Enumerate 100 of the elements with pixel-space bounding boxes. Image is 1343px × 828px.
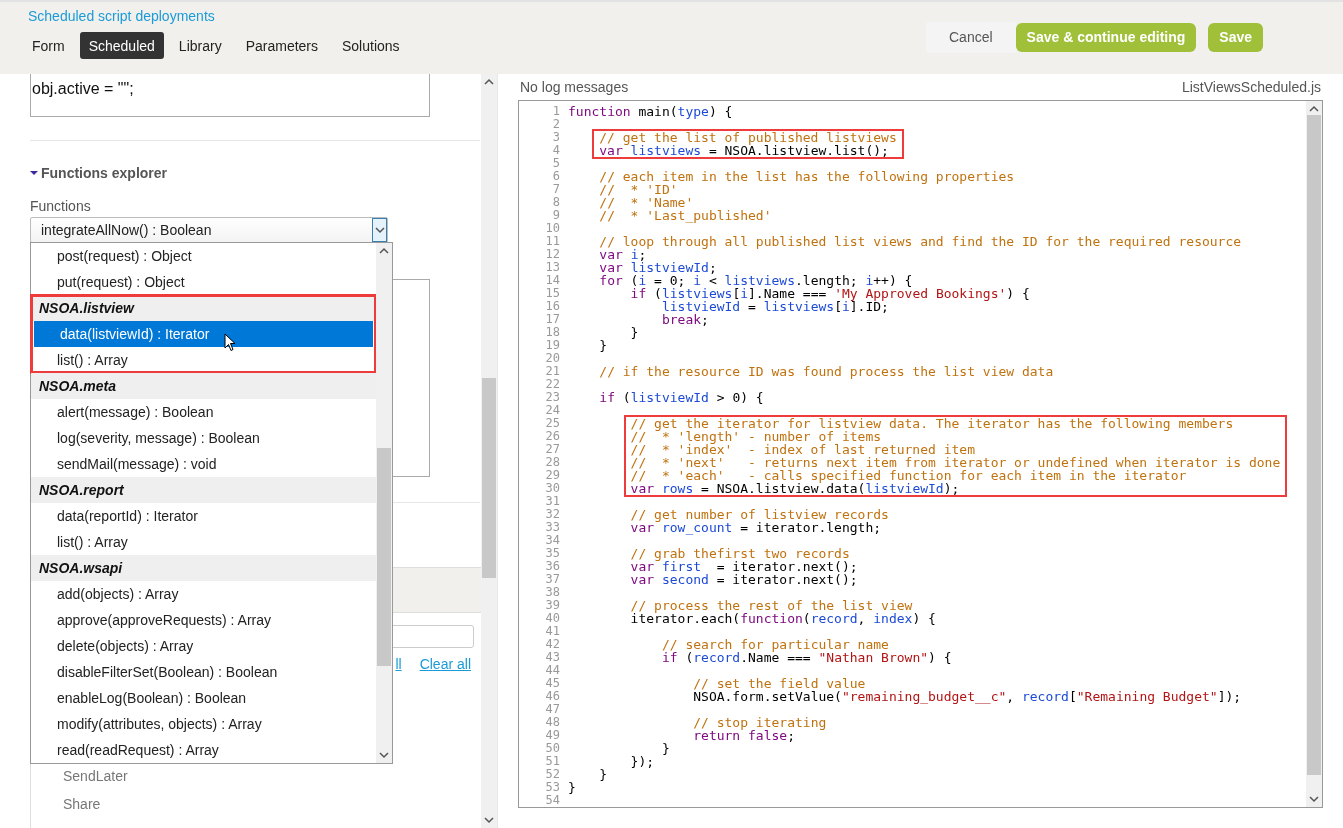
line-number: 53 (545, 781, 560, 794)
line-number: 51 (545, 755, 560, 768)
chevron-up-icon[interactable] (379, 247, 389, 255)
group-header: NSOA.report (31, 477, 376, 503)
line-number: 1 (552, 105, 560, 118)
code-line: // * 'Last_published' (598, 209, 773, 222)
line-number: 36 (545, 560, 560, 573)
code-line: // if the resource ID was found process the list view data (598, 365, 1055, 378)
line-number: 41 (545, 625, 560, 638)
code-line: var i; (598, 248, 647, 261)
field-label: Functions (30, 198, 91, 214)
line-number: 35 (545, 547, 560, 560)
line-number: 24 (545, 404, 560, 417)
line-number: 6 (552, 170, 560, 183)
code-line: // * 'each' - calls specified function for each item in the iterator (630, 469, 1188, 482)
scrollbar[interactable] (376, 243, 392, 763)
code-editor[interactable] (518, 100, 1323, 808)
line-number: 13 (545, 261, 560, 274)
line-number: 26 (545, 430, 560, 443)
code-line: // process the rest of the list view (629, 599, 914, 612)
line-number: 39 (545, 599, 560, 612)
tab[interactable]: Scheduled (79, 32, 164, 59)
line-number: 49 (545, 729, 560, 742)
line-number: 34 (545, 534, 560, 547)
dropdown-option[interactable]: list() : Array (31, 529, 376, 555)
line-number: 3 (552, 131, 560, 144)
dropdown-option[interactable]: put(request) : Object (31, 269, 376, 295)
dropdown-option[interactable]: read(readRequest) : Array (31, 737, 376, 763)
line-number: 33 (545, 521, 560, 534)
section-toggle[interactable]: Functions explorer (30, 165, 168, 181)
line-number: 42 (545, 638, 560, 651)
line-number: 2 (552, 118, 560, 131)
cancel-button[interactable]: Cancel (926, 21, 1016, 53)
code-line: // set the field value (692, 677, 867, 690)
code-line: // loop through all published list views and find the ID for the required resource (598, 235, 1243, 248)
scrollbar[interactable] (1306, 101, 1322, 807)
log-status: No log messages (520, 79, 629, 95)
chevron-down-icon[interactable] (1309, 795, 1319, 803)
line-number: 19 (545, 339, 560, 352)
line-number: 17 (545, 313, 560, 326)
line-number: 28 (545, 456, 560, 469)
chevron-up-icon[interactable] (484, 78, 494, 86)
line-number: 37 (545, 573, 560, 586)
dropdown-option[interactable]: post(request) : Object (31, 243, 376, 269)
line-number: 22 (545, 378, 560, 391)
tab[interactable]: Parameters (236, 32, 327, 59)
list-item[interactable]: SendLater (31, 762, 481, 790)
line-number: 7 (552, 183, 560, 196)
line-number: 23 (545, 391, 560, 404)
code-line: // * 'ID' (598, 183, 679, 196)
dropdown-option[interactable]: list() : Array (31, 347, 376, 373)
dropdown-option[interactable]: disableFilterSet(Boolean) : Boolean (31, 659, 376, 685)
code-line: // * 'next' - returns next item from iterator or undefined when iterator is done (630, 456, 1281, 469)
tab[interactable]: Form (28, 32, 74, 59)
line-number: 8 (552, 196, 560, 209)
chevron-down-icon[interactable] (484, 816, 494, 824)
code-line: // * 'index' - index of last returned item (630, 443, 976, 456)
code-line: // each item in the list has the following properties (598, 170, 1016, 183)
dropdown-option[interactable]: data(reportId) : Iterator (31, 503, 376, 529)
pointer-icon (224, 333, 236, 352)
code-line: if (record.Name === "Nathan Brown") { (660, 651, 953, 664)
dropdown-option[interactable]: sendMail(message) : void (31, 451, 376, 477)
code-line: // get the list of published listviews (599, 131, 897, 144)
list-item[interactable]: Share (31, 790, 481, 818)
scrollbar[interactable] (481, 74, 497, 828)
dropdown-option[interactable]: approve(approveRequests) : Array (31, 607, 376, 633)
dropdown-option[interactable]: modify(attributes, objects) : Array (31, 711, 376, 737)
chevron-down-icon[interactable] (379, 751, 389, 759)
chevron-up-icon[interactable] (1309, 105, 1319, 113)
group-header: NSOA.listview (31, 295, 376, 321)
line-number: 47 (545, 703, 560, 716)
code-line: // * 'Name' (598, 196, 695, 209)
code-line: iterator.each(function(record, index) { (629, 612, 937, 625)
tab[interactable]: Solutions (333, 32, 409, 59)
dropdown-option[interactable]: alert(message) : Boolean (31, 399, 376, 425)
dropdown-option[interactable]: log(severity, message) : Boolean (31, 425, 376, 451)
script-text-area[interactable]: obj.active = ""; (30, 74, 430, 117)
triangle-icon (30, 170, 38, 176)
line-number: 16 (545, 300, 560, 313)
line-number: 12 (545, 248, 560, 261)
scrollbar-thumb[interactable] (482, 378, 496, 578)
code-line: // get number of listview records (629, 508, 890, 521)
code-line: } (629, 326, 640, 339)
line-number: 52 (545, 768, 560, 781)
chevron-down-icon[interactable] (374, 226, 385, 234)
line-number: 40 (545, 612, 560, 625)
code-line: } (568, 781, 577, 794)
dropdown-option[interactable]: enableLog(Boolean) : Boolean (31, 685, 376, 711)
code-line: var listviewId; (598, 261, 718, 274)
dropdown-option[interactable]: add(objects) : Array (31, 581, 376, 607)
scrollbar-thumb[interactable] (377, 448, 391, 666)
line-number: 14 (545, 274, 560, 287)
code-line: }); (629, 755, 656, 768)
tab[interactable]: Library (169, 32, 231, 59)
line-number: 20 (545, 352, 560, 365)
dropdown-option[interactable]: delete(objects) : Array (31, 633, 376, 659)
scrollbar-thumb[interactable] (1307, 115, 1321, 775)
group-header: NSOA.wsapi (31, 555, 376, 581)
functions-select[interactable]: integrateAllNow() : Boolean (30, 217, 388, 243)
line-number: 18 (545, 326, 560, 339)
